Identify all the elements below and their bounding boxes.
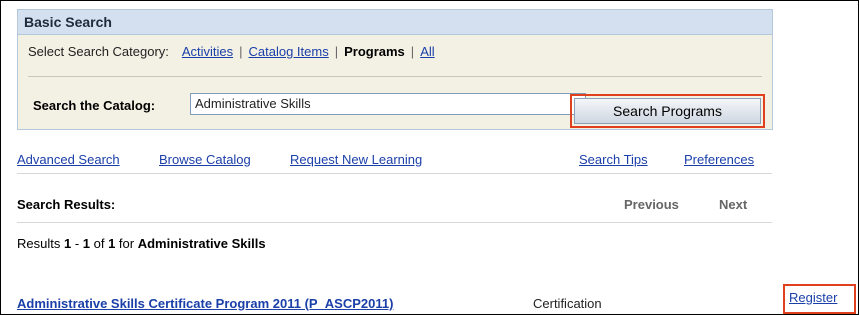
advanced-search-link[interactable]: Advanced Search <box>17 152 120 167</box>
results-divider-top <box>17 173 772 174</box>
category-programs-current: Programs <box>344 44 405 59</box>
request-new-learning-link[interactable]: Request New Learning <box>290 152 422 167</box>
summary-for-text: for <box>115 236 138 251</box>
category-catalog-items-link[interactable]: Catalog Items <box>249 44 329 59</box>
category-all-link[interactable]: All <box>420 44 434 59</box>
previous-page-button[interactable]: Previous <box>624 197 679 212</box>
summary-range-separator: - <box>71 236 83 251</box>
category-separator: | <box>334 44 339 59</box>
category-separator: | <box>239 44 243 59</box>
browse-catalog-link[interactable]: Browse Catalog <box>159 152 251 167</box>
panel-divider <box>28 76 762 77</box>
search-label: Search the Catalog: <box>33 98 156 113</box>
category-label: Select Search Category: <box>28 44 169 59</box>
preferences-link[interactable]: Preferences <box>684 152 754 167</box>
summary-query: Administrative Skills <box>137 236 266 251</box>
result-type: Certification <box>533 296 602 311</box>
panel-title: Basic Search <box>18 10 772 35</box>
next-page-button[interactable]: Next <box>719 197 747 212</box>
search-programs-button[interactable]: Search Programs <box>574 98 761 124</box>
search-input[interactable] <box>190 93 586 115</box>
summary-of-text: of <box>90 236 109 251</box>
results-divider-bottom <box>17 222 772 223</box>
category-selector: Select Search Category: Activities | Catal… <box>28 44 435 59</box>
category-separator: | <box>410 44 415 59</box>
result-title-link[interactable]: Administrative Skills Certificate Progra… <box>17 296 393 311</box>
summary-range-end: 1 <box>82 236 90 251</box>
search-tips-link[interactable]: Search Tips <box>579 152 648 167</box>
category-activities-link[interactable]: Activities <box>182 44 233 59</box>
register-link[interactable]: Register <box>789 290 837 305</box>
summary-prefix: Results <box>17 236 64 251</box>
results-summary: Results 1 - 1 of 1 for Administrative Sk… <box>17 236 266 251</box>
search-results-heading: Search Results: <box>17 197 116 212</box>
